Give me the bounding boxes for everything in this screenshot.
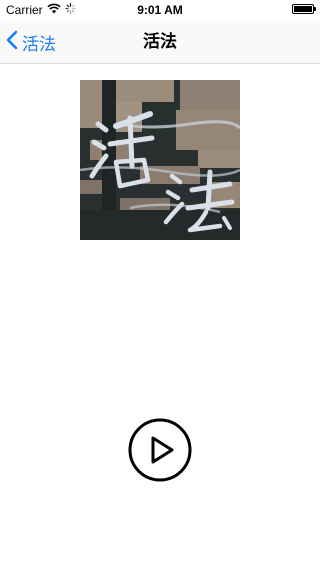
status-right bbox=[292, 4, 316, 14]
status-bar: Carrier 9:01 AM bbox=[0, 0, 320, 20]
album-cover-image bbox=[80, 80, 240, 240]
album-cover-art bbox=[80, 80, 240, 240]
page-title: 活法 bbox=[143, 32, 177, 51]
play-button[interactable] bbox=[128, 418, 192, 482]
app-screen: Carrier 9:01 AM 活法 活法 bbox=[0, 0, 320, 568]
status-time: 9:01 AM bbox=[137, 3, 183, 17]
navigation-bar: 活法 活法 bbox=[0, 20, 320, 64]
battery-icon bbox=[292, 4, 316, 14]
play-icon bbox=[128, 418, 192, 482]
battery-fill bbox=[294, 6, 312, 12]
